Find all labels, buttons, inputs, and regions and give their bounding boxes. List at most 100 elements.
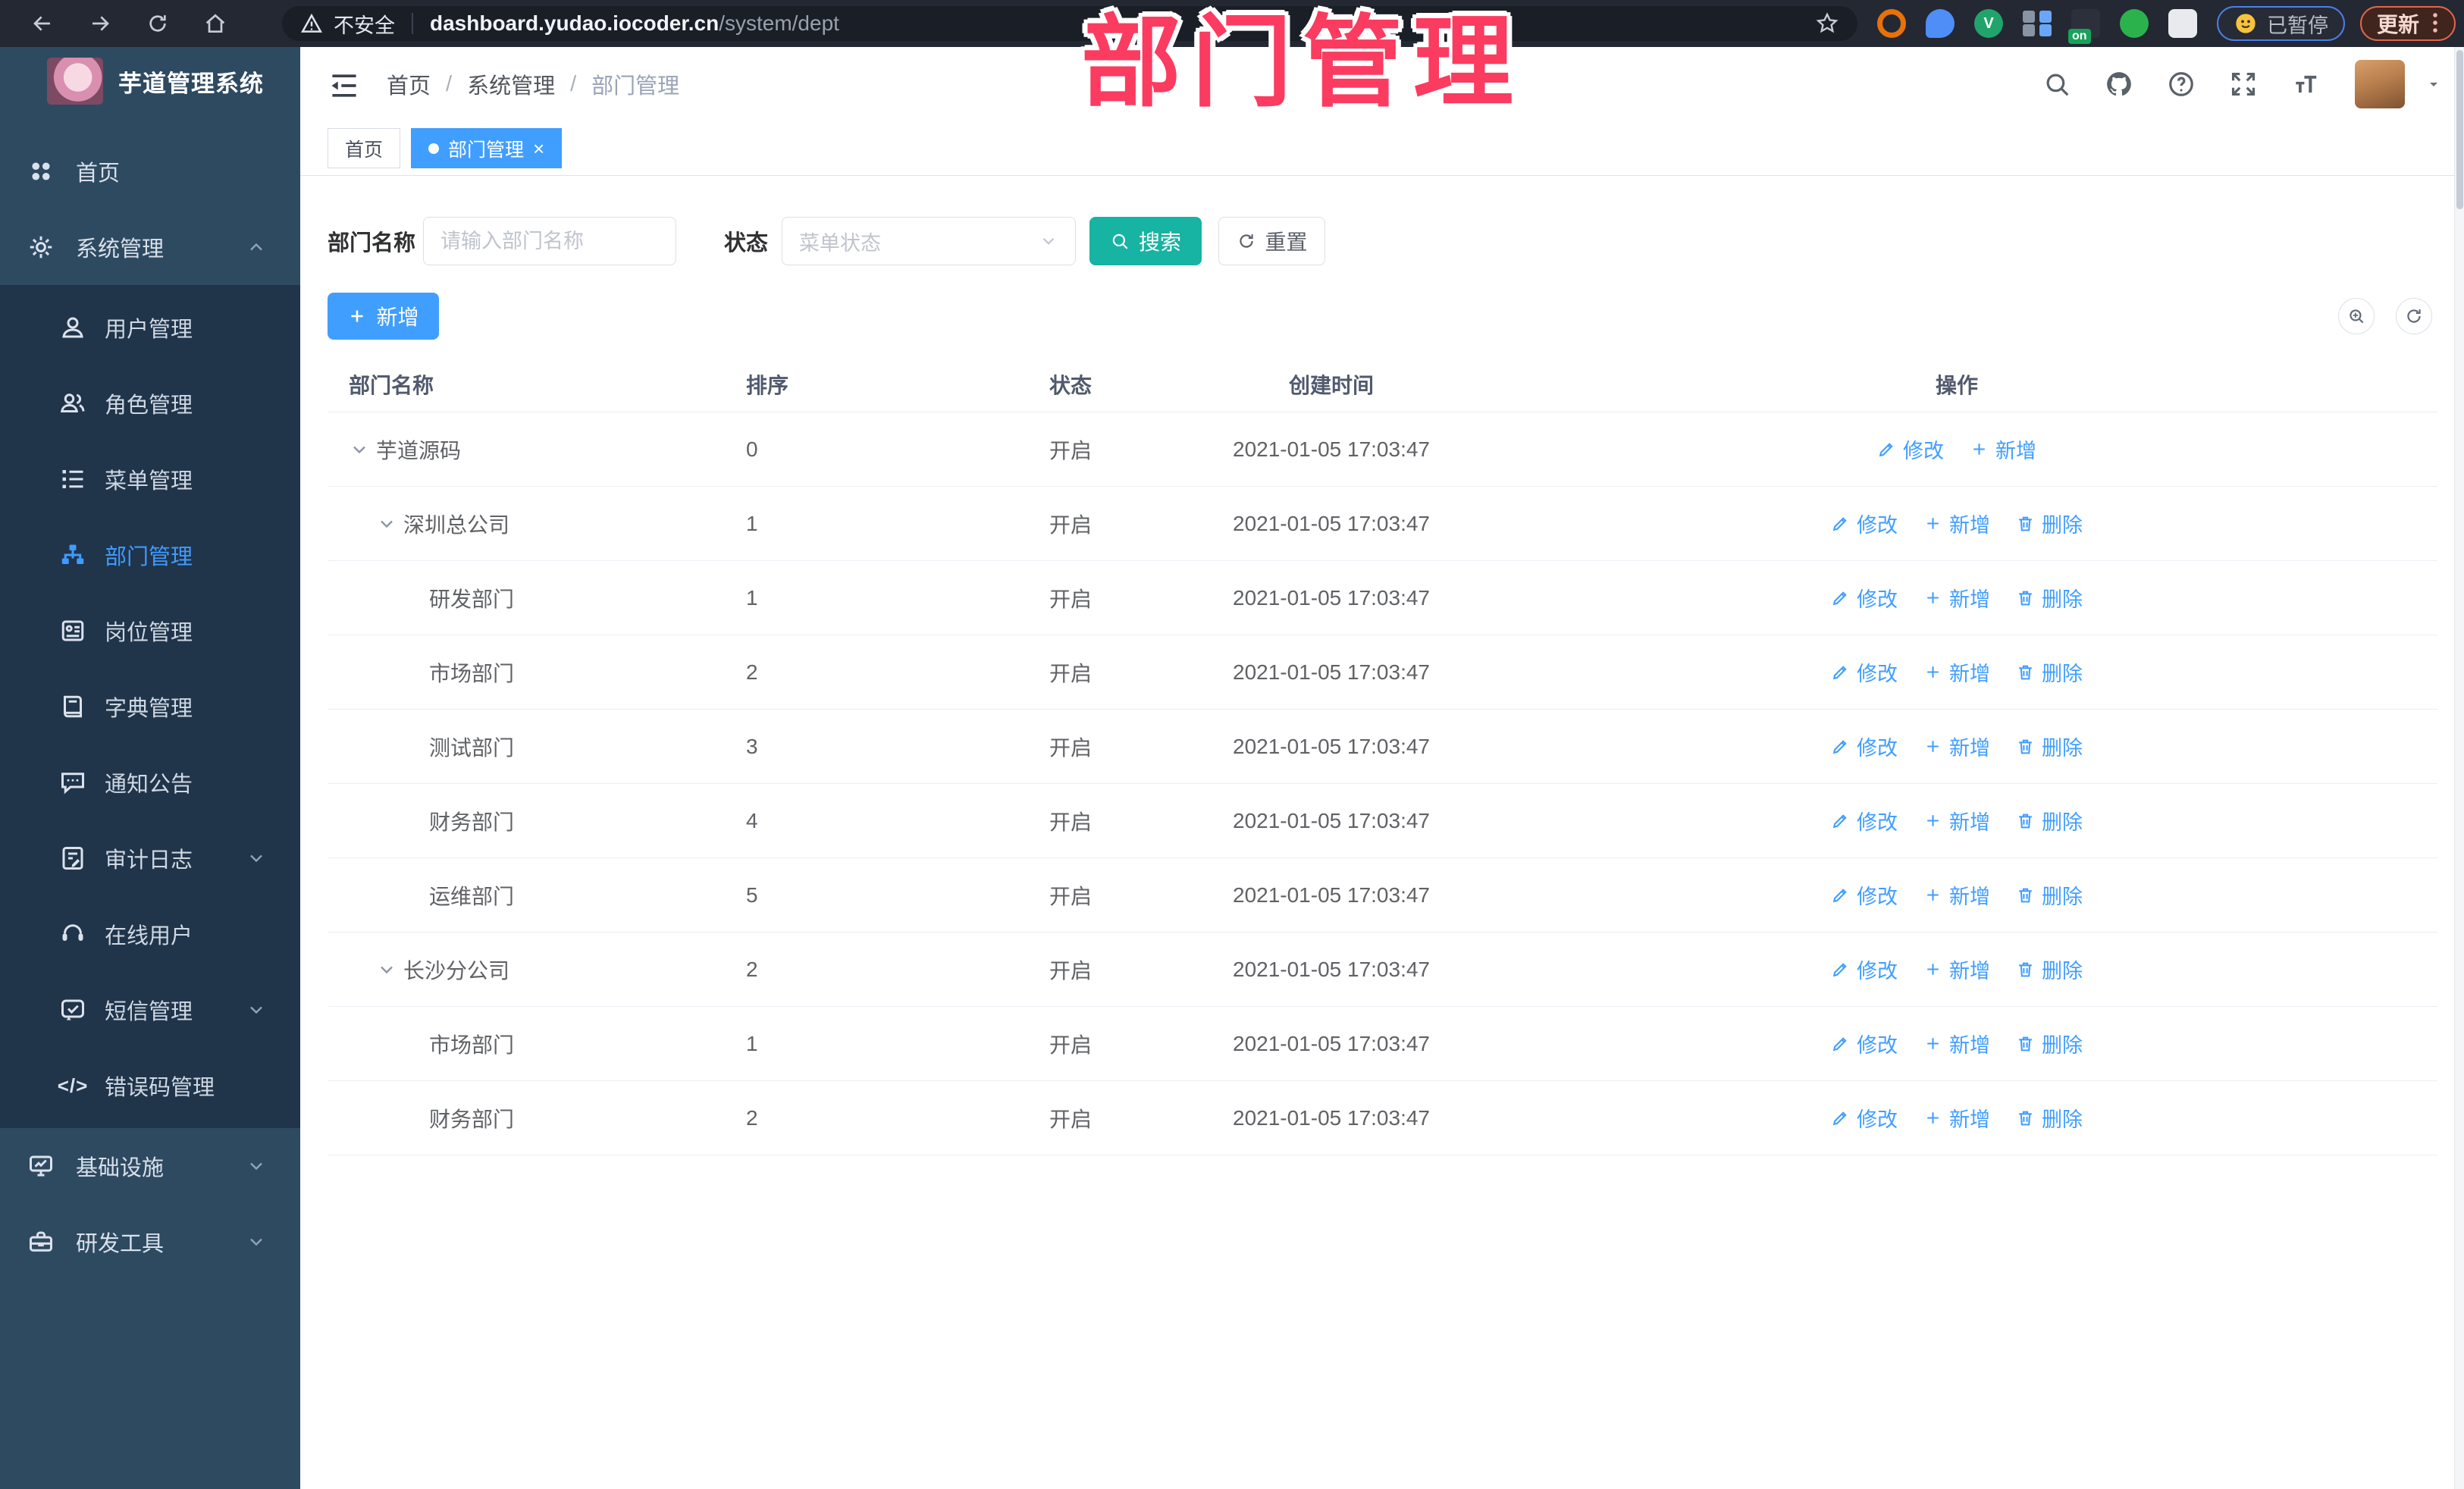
delete-link[interactable]: 删除 [2016,657,2083,687]
security-label[interactable]: 不安全 [334,9,395,39]
delete-link[interactable]: 删除 [2016,509,2083,538]
page-scrollbar[interactable] [2454,47,2464,1489]
delete-link[interactable]: 删除 [2016,806,2083,835]
sidebar-item-book[interactable]: 字典管理 [0,669,300,744]
avatar-caret-down-icon[interactable] [2425,75,2443,93]
breadcrumb-item[interactable]: 系统管理 [467,68,555,100]
refresh-button[interactable] [2396,298,2432,334]
add-button[interactable]: 新增 [328,293,439,340]
user-avatar[interactable] [2355,60,2405,108]
search-icon[interactable] [2042,70,2071,99]
green-v-extension-icon[interactable]: V [1974,9,2003,38]
paused-label: 已暂停 [2267,14,2328,37]
add-link[interactable]: 新增 [1923,806,1990,835]
puzzle-extension-icon[interactable] [2168,9,2197,38]
delete-link[interactable]: 删除 [2016,880,2083,910]
sidebar-item-gear[interactable]: 系统管理 [0,209,300,285]
github-icon[interactable] [2105,70,2133,99]
sidebar-item-sms[interactable]: 短信管理 [0,972,300,1048]
forward-icon[interactable] [79,7,121,40]
reset-button[interactable]: 重置 [1218,217,1326,265]
edit-link[interactable]: 修改 [1831,583,1898,613]
grid-extension-icon[interactable] [2023,9,2052,38]
edit-link[interactable]: 修改 [1831,955,1898,984]
search-button[interactable]: 搜索 [1089,217,1202,265]
edit-link[interactable]: 修改 [1831,880,1898,910]
delete-link[interactable]: 删除 [2016,955,2083,984]
search-toggle-button[interactable] [2338,298,2375,334]
add-link[interactable]: 新增 [1923,1029,1990,1058]
delete-link[interactable]: 删除 [2016,732,2083,761]
reload-icon[interactable] [136,7,179,40]
font-size-icon[interactable] [2291,70,2320,99]
tab-close-icon[interactable]: × [533,139,544,158]
add-link[interactable]: 新增 [1923,1103,1990,1133]
add-link[interactable]: 新增 [1923,732,1990,761]
actions-cell: 修改 新增 删除 [1782,1103,2131,1133]
status-cell: 开启 [1049,438,1092,462]
expand-caret-icon[interactable] [376,513,397,534]
fullscreen-icon[interactable] [2229,70,2258,99]
sidebar-item-code[interactable]: </> 错误码管理 [0,1048,300,1124]
sidebar-fold-icon[interactable] [328,69,361,99]
url-text[interactable]: dashboard.yudao.iocoder.cn/system/dept [430,11,839,36]
chevron-down-icon [246,1231,267,1252]
sidebar-logo-row[interactable]: 芋道管理系统 [0,47,300,115]
orange-ring-extension-icon[interactable] [1877,9,1906,38]
sidebar-item-user[interactable]: 用户管理 [0,290,300,365]
sidebar-item-infrastructure[interactable]: 基础设施 [0,1128,300,1204]
edit-link[interactable]: 修改 [1831,509,1898,538]
expand-caret-icon[interactable] [349,439,370,460]
dept-name-cell: 测试部门 [328,732,725,762]
chrome-update-button[interactable]: 更新 [2360,6,2456,41]
edit-link[interactable]: 修改 [1831,806,1898,835]
back-icon[interactable] [21,7,64,40]
scrollbar-thumb[interactable] [2456,50,2463,209]
home-icon[interactable] [194,7,237,40]
edit-link[interactable]: 修改 [1831,657,1898,687]
status-cell: 开启 [1049,1033,1092,1057]
dept-name-input[interactable] [423,217,677,265]
bookmark-star-icon[interactable] [1815,11,1839,36]
plus-icon [1923,514,1942,533]
sidebar-item-dashboard[interactable]: 首页 [0,133,300,209]
green-magnifier-extension-icon[interactable] [2120,9,2149,38]
menu-label: 系统管理 [76,237,165,262]
add-link[interactable]: 新增 [1923,955,1990,984]
sidebar-item-badge[interactable]: 岗位管理 [0,593,300,669]
sidebar-item-dev-tools[interactable]: 研发工具 [0,1204,300,1280]
edit-icon [1831,663,1850,682]
sidebar-item-menu-list[interactable]: 菜单管理 [0,441,300,517]
menu-kebab-icon[interactable] [2431,11,2439,36]
location-extension-icon[interactable] [1926,9,1955,38]
breadcrumb-item[interactable]: 首页 [387,68,431,100]
delete-link[interactable]: 删除 [2016,1029,2083,1058]
sidebar-item-announcement[interactable]: 通知公告 [0,744,300,820]
tab-首页[interactable]: 首页 [328,128,401,168]
add-link[interactable]: 新增 [1923,509,1990,538]
sidebar-item-online-users[interactable]: 在线用户 [0,896,300,972]
tab-部门管理[interactable]: 部门管理 × [411,128,563,168]
edit-link[interactable]: 修改 [1831,732,1898,761]
edit-link[interactable]: 修改 [1831,1103,1898,1133]
add-link[interactable]: 新增 [1923,657,1990,687]
add-link[interactable]: 新增 [1970,434,2036,464]
profile-paused-chip[interactable]: 已暂停 [2217,6,2345,41]
delete-link[interactable]: 删除 [2016,583,2083,613]
edit-link[interactable]: 修改 [1831,1029,1898,1058]
sidebar-item-users[interactable]: 角色管理 [0,365,300,441]
add-link[interactable]: 新增 [1923,880,1990,910]
address-bar[interactable]: 不安全 dashboard.yudao.iocoder.cn/system/de… [282,6,1857,41]
expand-caret-icon[interactable] [376,959,397,980]
list-on-extension-icon[interactable]: on [2068,9,2100,44]
edit-link[interactable]: 修改 [1877,434,1944,464]
help-icon[interactable] [2167,70,2196,99]
sidebar-item-log[interactable]: 审计日志 [0,820,300,896]
delete-link[interactable]: 删除 [2016,1103,2083,1133]
dept-name: 运维部门 [429,884,515,908]
dept-name: 长沙分公司 [403,958,510,983]
add-link[interactable]: 新增 [1923,583,1990,613]
status-select-placeholder: 菜单状态 [799,231,882,255]
status-select[interactable]: 菜单状态 [782,217,1077,265]
sidebar-item-org-tree[interactable]: 部门管理 [0,517,300,593]
